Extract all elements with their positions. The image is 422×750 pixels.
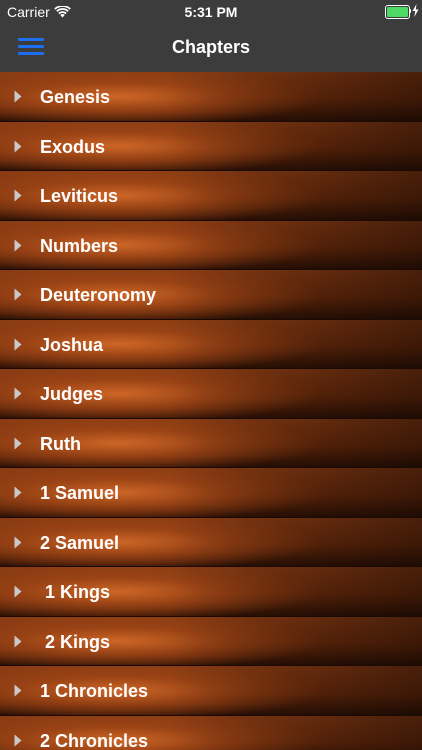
disclosure-triangle-icon <box>14 486 22 499</box>
battery-fill <box>387 7 408 17</box>
chapter-label: 1 Chronicles <box>40 681 149 701</box>
chapter-label: Ruth <box>40 433 81 454</box>
battery-tip <box>409 9 411 13</box>
disclosure-triangle-icon <box>14 288 22 301</box>
chapter-row-1-kings[interactable]: 1 Kings <box>0 567 422 617</box>
disclosure-triangle-icon <box>14 387 22 400</box>
charging-bolt-icon <box>412 4 419 17</box>
disclosure-triangle-icon <box>14 189 22 202</box>
disclosure-triangle-icon <box>14 90 22 103</box>
chapter-row-2-kings[interactable]: 2 Kings <box>0 616 422 666</box>
page-title: Chapters <box>171 37 251 57</box>
status-bar: Carrier 5:31 PM <box>0 0 422 22</box>
chapter-label: 1 Samuel <box>40 483 120 503</box>
chapter-row-exodus[interactable]: Exodus <box>0 121 422 171</box>
chapter-row-genesis[interactable]: Genesis <box>0 72 422 122</box>
chapter-row-leviticus[interactable]: Leviticus <box>0 171 422 221</box>
chapter-label: Numbers <box>40 235 119 256</box>
disclosure-triangle-icon <box>14 140 22 152</box>
chapter-row-joshua[interactable]: Joshua <box>0 319 422 369</box>
chapter-list: Genesis Exodus Leviticus Numbers Deutero… <box>0 72 422 750</box>
chapter-label: 1 Kings <box>40 582 111 602</box>
chapter-row-1-chronicles[interactable]: 1 Chronicles <box>0 666 422 716</box>
chapter-row-ruth[interactable]: Ruth <box>0 418 422 468</box>
chapter-label: 2 Chronicles <box>40 730 149 750</box>
chapter-row-1-samuel[interactable]: 1 Samuel <box>0 468 422 518</box>
navigation-bar: Chapters <box>0 22 422 72</box>
battery-body <box>385 5 410 19</box>
chapter-label: 2 Kings <box>40 631 111 652</box>
chapter-row-2-chronicles[interactable]: 2 Chronicles <box>0 715 422 750</box>
chapter-label: Genesis <box>40 87 111 107</box>
disclosure-triangle-icon <box>14 684 22 697</box>
disclosure-triangle-icon <box>14 239 22 251</box>
chapter-row-deuteronomy[interactable]: Deuteronomy <box>0 270 422 320</box>
disclosure-triangle-icon <box>14 536 22 548</box>
chapter-label: Deuteronomy <box>40 285 157 305</box>
chapter-label: Leviticus <box>40 186 119 206</box>
chapter-label: 2 Samuel <box>40 532 120 553</box>
disclosure-triangle-icon <box>14 635 22 647</box>
chapter-row-numbers[interactable]: Numbers <box>0 220 422 270</box>
battery-icon <box>385 5 411 19</box>
disclosure-triangle-icon <box>14 734 22 746</box>
disclosure-triangle-icon <box>14 338 22 350</box>
disclosure-triangle-icon <box>14 437 22 449</box>
chapter-row-judges[interactable]: Judges <box>0 369 422 419</box>
disclosure-triangle-icon <box>14 585 22 598</box>
app-screen: Carrier 5:31 PM Chapters Genesis Exodus … <box>0 0 422 750</box>
chapter-row-2-samuel[interactable]: 2 Samuel <box>0 517 422 567</box>
chapter-label: Exodus <box>40 136 106 157</box>
chapter-label: Joshua <box>40 334 104 355</box>
chapter-label: Judges <box>40 384 104 404</box>
status-time: 5:31 PM <box>184 4 238 20</box>
